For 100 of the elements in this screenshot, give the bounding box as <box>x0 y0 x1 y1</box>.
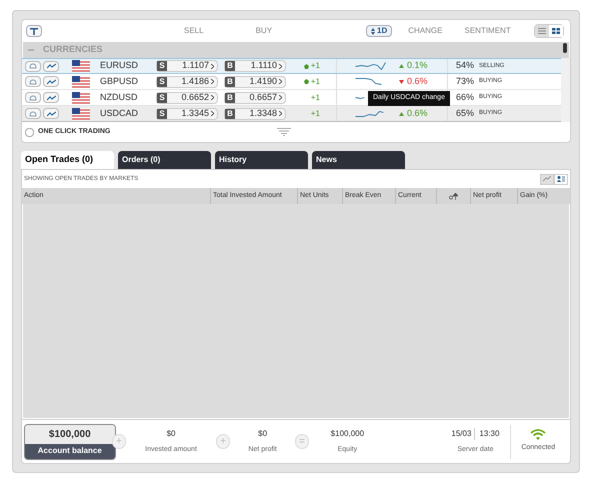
sell-tag: S <box>157 108 167 118</box>
buy-price-button[interactable]: B 0.6657 <box>224 92 286 104</box>
chart-button[interactable] <box>43 92 59 103</box>
sentiment-percent: 73% <box>456 74 476 88</box>
price-value: 0.6657 <box>248 90 278 104</box>
chart-button[interactable] <box>43 108 59 119</box>
chevron-right-icon <box>211 79 214 84</box>
amount-value: $100,000 <box>330 428 364 440</box>
filter-button[interactable] <box>26 25 42 37</box>
price-value: 1.1107 <box>181 59 210 72</box>
market-name: GBPUSD <box>100 74 140 88</box>
flag-icon <box>72 108 90 120</box>
sparkline-drawing <box>355 110 384 116</box>
list-icon <box>538 28 546 34</box>
alert-button[interactable] <box>25 108 41 119</box>
sell-tag: S <box>157 92 167 102</box>
bell-icon <box>29 94 37 100</box>
buy-price-button[interactable]: B 1.3348 <box>224 108 286 120</box>
delta-value: +1 <box>310 60 320 72</box>
column-header: SENTIMENT <box>464 25 511 37</box>
up-down-arrows-icon <box>371 28 376 34</box>
sell-price-button[interactable]: S 1.4186 <box>156 76 218 88</box>
chevron-right-icon <box>279 64 282 68</box>
operator-symbol: = <box>294 434 310 449</box>
price-value: 1.4190 <box>248 74 278 88</box>
sell-tag: S <box>157 61 167 71</box>
price-value: 1.3348 <box>248 106 278 120</box>
column-header: BUY <box>256 25 272 37</box>
chevron-right-icon <box>211 95 214 100</box>
buy-tag: B <box>225 108 235 118</box>
sell-price-button[interactable]: S 1.1107 <box>156 60 218 72</box>
tab[interactable]: History <box>215 151 308 169</box>
chart-view-button[interactable] <box>540 174 554 184</box>
line-chart-icon <box>46 63 56 69</box>
sort-icon[interactable] <box>449 192 458 200</box>
market-name: EURUSD <box>100 59 140 72</box>
sentiment-percent: 54% <box>456 59 476 72</box>
market-name: USDCAD <box>100 106 140 120</box>
bell-icon <box>29 63 37 69</box>
buy-tag: B <box>225 61 235 71</box>
flag-icon <box>72 60 90 72</box>
group-title: CURRENCIES <box>43 43 103 56</box>
chevron-right-icon <box>279 111 282 116</box>
buy-tag: B <box>225 76 235 86</box>
delta-value: +1 <box>310 92 320 104</box>
bell-icon <box>29 78 37 84</box>
chart-button[interactable] <box>43 60 59 72</box>
line-chart-icon <box>46 78 56 84</box>
chevron-right-icon <box>279 95 282 100</box>
chevron-right-icon <box>211 64 214 68</box>
filter-icon <box>30 28 38 34</box>
sell-tag: S <box>157 76 167 86</box>
price-value: 1.3345 <box>180 106 210 120</box>
scrollbar-thumb[interactable] <box>563 43 567 53</box>
server-time: 13:30 <box>478 428 500 440</box>
price-value: 0.6652 <box>180 90 210 104</box>
flag-icon <box>72 92 90 104</box>
alert-button[interactable] <box>25 60 41 72</box>
balance-value: $100,000 <box>25 424 115 444</box>
checkbox[interactable] <box>25 128 34 136</box>
period-dropdown[interactable]: 1D <box>366 25 392 37</box>
sell-price-button[interactable]: S 0.6652 <box>156 92 218 104</box>
price-value: 1.1110 <box>250 59 278 72</box>
balance-label: Account balance <box>25 444 115 458</box>
sell-price-button[interactable]: S 1.3345 <box>156 108 218 120</box>
grid-view-button[interactable] <box>549 25 563 37</box>
column-header: SELL <box>184 25 204 37</box>
change-value: 0.1% <box>407 59 428 72</box>
alert-button[interactable] <box>25 92 41 103</box>
sparkline-drawing <box>355 78 382 85</box>
line-chart-icon <box>46 110 56 116</box>
buy-tag: B <box>225 92 235 102</box>
amount-value: $0 <box>166 428 176 440</box>
tab[interactable]: Orders (0) <box>118 151 211 169</box>
delta-value: +1 <box>310 76 320 88</box>
buy-price-button[interactable]: B 1.4190 <box>224 76 286 88</box>
bell-icon <box>29 110 37 116</box>
line-chart-icon <box>46 94 56 100</box>
server-date: 15/03 <box>451 428 476 440</box>
people-view-button[interactable] <box>554 174 568 184</box>
sparkline-drawing <box>355 62 386 70</box>
flag-icon <box>72 76 90 88</box>
sentiment-percent: 66% <box>456 90 476 104</box>
column-header: CHANGE <box>408 25 442 37</box>
person-list-icon <box>557 176 565 182</box>
chart-button[interactable] <box>43 76 59 87</box>
tab[interactable]: Open Trades (0) <box>21 151 114 169</box>
sparkline-drawing <box>355 96 365 98</box>
operator-symbol: + <box>216 434 230 449</box>
amount-value: $0 <box>258 428 268 440</box>
filter-lines-icon <box>277 128 292 136</box>
change-value: 0.6% <box>407 106 428 120</box>
alert-button[interactable] <box>25 76 41 87</box>
sentiment-percent: 65% <box>456 106 476 120</box>
market-name: NZDUSD <box>100 90 138 104</box>
change-value: 0.6% <box>407 74 428 88</box>
buy-price-button[interactable]: B 1.1110 <box>224 60 286 72</box>
grid-icon <box>552 28 560 34</box>
tab[interactable]: News <box>312 151 405 169</box>
delta-value: +1 <box>310 108 320 120</box>
